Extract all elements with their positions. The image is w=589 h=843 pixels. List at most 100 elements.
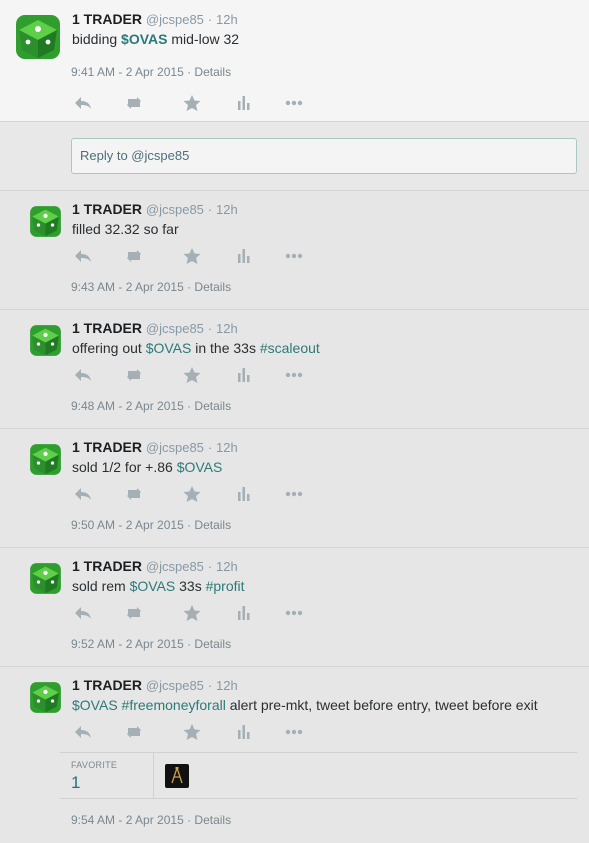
- more-icon[interactable]: [283, 247, 305, 265]
- reply-icon[interactable]: [72, 485, 94, 503]
- author-handle[interactable]: @jcspe85: [146, 321, 204, 336]
- tweet-age[interactable]: 12h: [216, 202, 238, 217]
- reply-icon[interactable]: [72, 604, 94, 622]
- retweet-icon[interactable]: [123, 485, 145, 503]
- hashtag-link[interactable]: #profit: [206, 578, 245, 594]
- tweet-header: 1 TRADER @jcspe85 · 12h: [72, 320, 238, 336]
- author-name[interactable]: 1 TRADER: [72, 11, 142, 27]
- favorites-count[interactable]: 1: [71, 773, 80, 793]
- reply-icon[interactable]: [72, 723, 94, 741]
- favorite-icon[interactable]: [181, 604, 203, 622]
- tweet-timestamp[interactable]: 9:41 AM - 2 Apr 2015 · Details: [71, 65, 231, 79]
- tweet-text-segment: offering out: [72, 340, 146, 356]
- reply-icon[interactable]: [72, 94, 94, 112]
- reply-icon[interactable]: [72, 366, 94, 384]
- tweet-age[interactable]: 12h: [216, 440, 238, 455]
- stats-icon[interactable]: [233, 485, 255, 503]
- more-icon[interactable]: [283, 723, 305, 741]
- author-name[interactable]: 1 TRADER: [72, 439, 142, 455]
- favorite-icon[interactable]: [181, 723, 203, 741]
- tweet-header: 1 TRADER @jcspe85 · 12h: [72, 201, 238, 217]
- divider: [153, 753, 154, 798]
- reply-input[interactable]: Reply to @jcspe85: [71, 138, 577, 174]
- stats-icon[interactable]: [233, 366, 255, 384]
- tweet-timestamp[interactable]: 9:48 AM - 2 Apr 2015 · Details: [71, 399, 231, 413]
- separator-dot: ·: [207, 321, 213, 336]
- retweet-icon[interactable]: [123, 247, 145, 265]
- stats-icon[interactable]: [233, 247, 255, 265]
- tweet-text-segment: bidding: [72, 31, 122, 47]
- reply-area: Reply to @jcspe85: [0, 122, 589, 191]
- author-handle[interactable]: @jcspe85: [146, 12, 204, 27]
- tweet-age[interactable]: 12h: [216, 321, 238, 336]
- author-name[interactable]: 1 TRADER: [72, 558, 142, 574]
- tweet-age[interactable]: 12h: [216, 678, 238, 693]
- tweet-text: $OVAS #freemoneyforall alert pre-mkt, tw…: [72, 697, 538, 713]
- avatar[interactable]: [28, 561, 63, 596]
- tweet-age[interactable]: 12h: [216, 559, 238, 574]
- separator-dot: ·: [207, 678, 213, 693]
- tweet-text: sold 1/2 for +.86 $OVAS: [72, 459, 222, 475]
- tweet-text-segment: 33s: [175, 578, 206, 594]
- tweet-age[interactable]: 12h: [216, 12, 238, 27]
- stats-icon[interactable]: [233, 604, 255, 622]
- avatar[interactable]: [13, 12, 63, 62]
- tweet-timestamp[interactable]: 9:54 AM - 2 Apr 2015 · Details: [71, 813, 231, 827]
- stats-icon[interactable]: [233, 94, 255, 112]
- author-handle[interactable]: @jcspe85: [146, 678, 204, 693]
- favorites-label: FAVORITE: [71, 760, 118, 770]
- more-icon[interactable]: [283, 604, 305, 622]
- tweet-text: sold rem $OVAS 33s #profit: [72, 578, 245, 594]
- tweet-timestamp[interactable]: 9:43 AM - 2 Apr 2015 · Details: [71, 280, 231, 294]
- tweet-header: 1 TRADER @jcspe85 · 12h: [72, 11, 238, 27]
- tweet-text-segment: sold rem: [72, 578, 130, 594]
- author-handle[interactable]: @jcspe85: [146, 559, 204, 574]
- cashtag-link[interactable]: $OVAS: [130, 578, 176, 594]
- avatar[interactable]: [28, 442, 63, 477]
- tweet-text-segment: sold 1/2 for +.86: [72, 459, 177, 475]
- hashtag-link[interactable]: #freemoneyforall: [122, 697, 226, 713]
- avatar[interactable]: [28, 323, 63, 358]
- author-name[interactable]: 1 TRADER: [72, 201, 142, 217]
- cashtag-link[interactable]: $OVAS: [72, 697, 118, 713]
- retweet-icon[interactable]: [123, 366, 145, 384]
- tweet-header: 1 TRADER @jcspe85 · 12h: [72, 677, 238, 693]
- more-icon[interactable]: [283, 94, 305, 112]
- tweet-text: filled 32.32 so far: [72, 221, 179, 237]
- favorite-icon[interactable]: [181, 247, 203, 265]
- cashtag-link[interactable]: $OVAS: [146, 340, 192, 356]
- tweet-4: 1 TRADER @jcspe85 · 12h sold rem $OVAS 3…: [0, 548, 589, 667]
- author-name[interactable]: 1 TRADER: [72, 677, 142, 693]
- author-name[interactable]: 1 TRADER: [72, 320, 142, 336]
- favorite-icon[interactable]: [181, 485, 203, 503]
- favorites-panel: FAVORITE 1: [60, 752, 577, 799]
- tweet-text-segment: alert pre-mkt, tweet before entry, tweet…: [225, 697, 538, 713]
- author-handle[interactable]: @jcspe85: [146, 202, 204, 217]
- tweet-timestamp[interactable]: 9:50 AM - 2 Apr 2015 · Details: [71, 518, 231, 532]
- cashtag-link[interactable]: $OVAS: [121, 31, 167, 47]
- avatar[interactable]: [28, 204, 63, 239]
- retweet-icon[interactable]: [123, 604, 145, 622]
- separator-dot: ·: [207, 202, 213, 217]
- favoriter-avatar[interactable]: [165, 764, 189, 788]
- reply-icon[interactable]: [72, 247, 94, 265]
- more-icon[interactable]: [283, 366, 305, 384]
- separator-dot: ·: [207, 12, 213, 27]
- avatar[interactable]: [28, 680, 63, 715]
- stats-icon[interactable]: [233, 723, 255, 741]
- favorite-icon[interactable]: [181, 366, 203, 384]
- tweet-text-segment: in the 33s: [191, 340, 260, 356]
- cashtag-link[interactable]: $OVAS: [177, 459, 223, 475]
- hashtag-link[interactable]: #scaleout: [260, 340, 320, 356]
- separator-dot: ·: [207, 559, 213, 574]
- tweet-header: 1 TRADER @jcspe85 · 12h: [72, 558, 238, 574]
- tweet-text: bidding $OVAS mid-low 32: [72, 31, 239, 47]
- author-handle[interactable]: @jcspe85: [146, 440, 204, 455]
- retweet-icon[interactable]: [123, 94, 145, 112]
- tweet-text-segment: mid-low 32: [167, 31, 240, 47]
- tweet-header: 1 TRADER @jcspe85 · 12h: [72, 439, 238, 455]
- retweet-icon[interactable]: [123, 723, 145, 741]
- tweet-timestamp[interactable]: 9:52 AM - 2 Apr 2015 · Details: [71, 637, 231, 651]
- more-icon[interactable]: [283, 485, 305, 503]
- favorite-icon[interactable]: [181, 94, 203, 112]
